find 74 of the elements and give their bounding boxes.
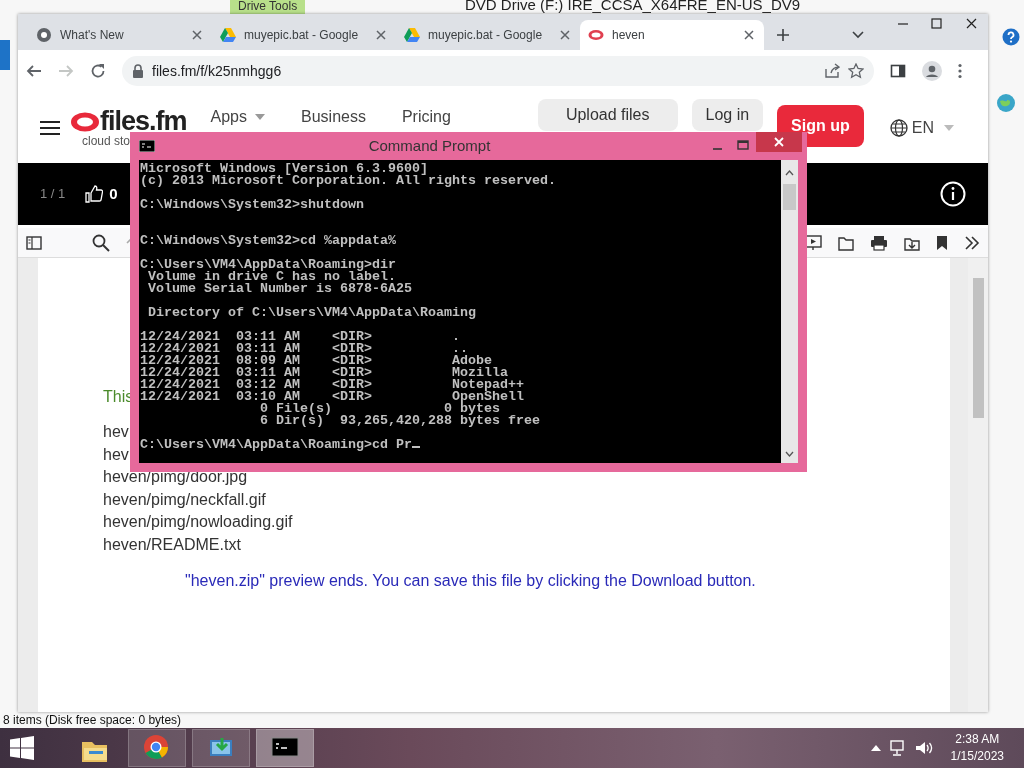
- folder-icon[interactable]: [838, 234, 854, 251]
- scroll-thumb[interactable]: [783, 184, 796, 210]
- page-count: 1 / 1: [40, 185, 66, 204]
- cloud-logo-icon: [70, 110, 100, 133]
- reload-icon[interactable]: [90, 63, 106, 79]
- caret-icon: [944, 124, 954, 131]
- close-button[interactable]: [756, 132, 802, 152]
- info-icon[interactable]: [940, 181, 966, 207]
- browser-tab[interactable]: heven: [580, 20, 764, 50]
- file-path: heven/README.txt: [103, 534, 241, 555]
- lock-icon: [132, 64, 144, 78]
- clock-time[interactable]: 2:38 AM: [950, 731, 1004, 748]
- thumbs-up-icon[interactable]: [85, 185, 104, 203]
- share-icon[interactable]: [824, 63, 840, 79]
- browser-tab[interactable]: muyepic.bat - Google: [396, 20, 580, 50]
- bookmark-icon[interactable]: [936, 234, 948, 251]
- menu-icon[interactable]: [958, 63, 962, 79]
- taskbar-button[interactable]: [192, 729, 250, 767]
- file-path: hev: [103, 444, 129, 465]
- tagline: cloud sto: [82, 135, 131, 147]
- chrome-icon: [36, 27, 52, 43]
- nav-link[interactable]: Apps: [210, 105, 265, 129]
- nav-link[interactable]: Business: [301, 105, 366, 129]
- network-icon[interactable]: [888, 740, 907, 756]
- drive-icon: [404, 27, 420, 43]
- close-icon[interactable]: [742, 28, 756, 42]
- browser-tab[interactable]: What's New: [28, 20, 212, 50]
- address-bar[interactable]: files.fm/f/k25nmhgg6: [122, 56, 874, 86]
- back-icon[interactable]: [26, 63, 42, 79]
- console-icon: [139, 140, 155, 152]
- drive-icon: [220, 27, 236, 43]
- help-icon[interactable]: [1002, 27, 1020, 46]
- browser-tab[interactable]: muyepic.bat - Google: [212, 20, 396, 50]
- windows-logo-icon[interactable]: [10, 736, 34, 760]
- sidebar-icon[interactable]: [890, 63, 906, 79]
- clock-date[interactable]: 1/15/2023: [950, 748, 1004, 765]
- chrome-icon: [143, 734, 171, 762]
- star-icon[interactable]: [848, 63, 864, 79]
- chevron-up-icon[interactable]: [870, 745, 881, 751]
- volume-icon[interactable]: [914, 740, 933, 756]
- file-path: heven/pimg/nowloading.gif: [103, 512, 293, 533]
- scrollbar[interactable]: [781, 160, 798, 463]
- globe-icon: [996, 92, 1016, 113]
- nav-selection: [0, 40, 10, 70]
- file-path: heven/pimg/neckfall.gif: [103, 489, 266, 510]
- menu-icon[interactable]: [40, 119, 60, 136]
- file-path: heven/pimg/door.jpg: [103, 467, 248, 488]
- console-output: Microsoft Windows [Version 6.3.9600] (c) 2013 Microsoft Corporation. All rights reserved. C:\Windows\System32>shutdown C:\Windows\System32>cd %appdata% C:\Users\VM4\AppData\Roaming>dir Volume in drive C has no label. Volume Serial Number is 6878-6A25 Directory of C:\Users\VM4\AppData\Roaming 12/24/2021 03:11 AM <DIR> . 12/24/2021 03:11 AM <DIR> .. 12/24/2021 08:09 AM <DIR> Adobe 12/24/2021 03:11 AM <DIR> Mozilla 12/24/2021 03:12 AM <DIR> Notepad++ 12/24/2021 03:10 AM <DIR> OpenShell 0 File(s) 0 bytes 6 Dir(s) 93,265,420,288 bytes free C:\Users\VM4\AppData\Roaming>cd Pr: [139, 160, 557, 454]
- header-button[interactable]: Log in: [691, 99, 764, 131]
- status-text: 8 items (Disk free space: 0 bytes): [3, 712, 182, 729]
- caret-icon: [255, 114, 265, 120]
- header-button[interactable]: Upload files: [537, 99, 678, 131]
- double-chevron-icon[interactable]: [964, 235, 980, 250]
- globe-icon[interactable]: [889, 118, 908, 137]
- logo-text[interactable]: files.fm: [100, 108, 187, 135]
- window-title: Command Prompt: [367, 135, 492, 156]
- language-selector[interactable]: EN: [911, 115, 934, 140]
- print-icon[interactable]: [870, 234, 888, 251]
- like-count: 0: [109, 183, 118, 204]
- scrollbar[interactable]: [968, 258, 988, 712]
- search-icon[interactable]: [92, 233, 110, 252]
- nav-link[interactable]: Pricing: [401, 105, 451, 129]
- taskbar-button[interactable]: [256, 729, 314, 767]
- window-title: DVD Drive (F:) IRE_CCSA_X64FRE_EN-US_DV9: [465, 0, 801, 15]
- avatar-icon[interactable]: [922, 61, 942, 81]
- new-tab-icon[interactable]: [776, 28, 790, 42]
- chevron-down-icon[interactable]: [852, 31, 864, 39]
- cloud-logo-icon: [588, 27, 604, 43]
- taskbar-button[interactable]: [128, 729, 186, 767]
- file-path: hev: [103, 422, 129, 442]
- sidebar-icon[interactable]: [26, 235, 42, 250]
- scroll-thumb[interactable]: [973, 278, 984, 418]
- presentation-icon[interactable]: [804, 234, 822, 251]
- preview-notice: "heven.zip" preview ends. You can save this file by clicking the Download button.: [185, 570, 757, 591]
